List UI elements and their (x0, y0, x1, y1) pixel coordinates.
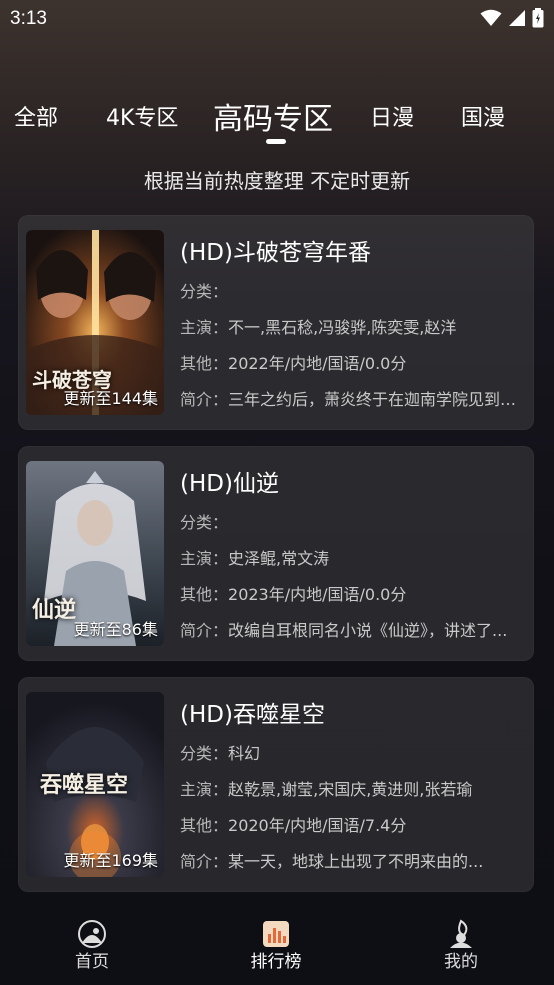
bottom-nav: 首页 排行榜 我的 (0, 905, 554, 985)
category-label: 分类： (180, 282, 229, 301)
category-row: 分类：科幻 (180, 743, 525, 779)
tab-chinese-anime[interactable]: 国漫 (461, 100, 505, 132)
nav-profile[interactable]: 我的 (411, 919, 511, 972)
intro-value: 三年之约后，萧炎终于在迦南学院见到了... (228, 390, 525, 409)
tab-all[interactable]: 全部 (14, 100, 58, 132)
home-icon (78, 920, 106, 948)
poster-image[interactable]: 斗破苍穹 更新至144集 (26, 230, 164, 415)
cast-label: 主演： (180, 549, 229, 568)
intro-value: 改编自耳根同名小说《仙逆》，讲述了... (228, 621, 508, 640)
category-label: 分类： (180, 513, 229, 532)
battery-icon (532, 8, 544, 28)
other-value: 2022年/内地/国语/0.0分 (228, 354, 407, 373)
cast-row: 主演：赵乾景,谢莹,宋国庆,黄进则,张若瑜 (180, 779, 525, 815)
item-title[interactable]: (HD)仙逆 (180, 464, 530, 498)
other-label: 其他： (180, 354, 229, 373)
item-title[interactable]: (HD)斗破苍穹年番 (180, 233, 530, 267)
cast-row: 主演：不一,黑石稔,冯骏骅,陈奕雯,赵洋 (180, 317, 525, 353)
cast-value: 赵乾景,谢莹,宋国庆,黄进则,张若瑜 (228, 780, 473, 799)
tab-high-bitrate[interactable]: 高码专区 (213, 94, 333, 138)
episode-badge: 更新至86集 (73, 620, 158, 639)
poster-image[interactable]: 仙逆 更新至86集 (26, 461, 164, 646)
nav-home[interactable]: 首页 (42, 919, 142, 972)
wifi-icon (480, 9, 502, 26)
item-info: (HD)斗破苍穹年番 分类： 主演：不一,黑石稔,冯骏骅,陈奕雯,赵洋 其他：2… (180, 233, 530, 425)
nav-ranking-label: 排行榜 (250, 952, 302, 972)
other-row: 其他：2020年/内地/国语/7.4分 (180, 815, 525, 851)
category-label: 分类： (180, 744, 229, 763)
profile-icon (450, 919, 472, 948)
list-item[interactable]: 斗破苍穹 更新至144集 (HD)斗破苍穹年番 分类： 主演：不一,黑石稔,冯骏… (18, 215, 534, 430)
ranking-icon (263, 921, 289, 947)
poster-image[interactable]: 吞噬星空 更新至169集 (26, 692, 164, 877)
other-label: 其他： (180, 816, 229, 835)
tab-4k[interactable]: 4K专区 (106, 100, 178, 132)
cast-label: 主演： (180, 318, 229, 337)
episode-badge: 更新至144集 (63, 389, 158, 408)
list-item[interactable]: 仙逆 更新至86集 (HD)仙逆 分类： 主演：史泽鲲,常文涛 其他：2023年… (18, 446, 534, 661)
tab-japanese-anime[interactable]: 日漫 (370, 100, 414, 132)
intro-row: 简介：改编自耳根同名小说《仙逆》，讲述了... (180, 620, 525, 656)
status-bar: 3:13 (0, 0, 554, 38)
episode-badge: 更新至169集 (63, 851, 158, 870)
other-row: 其他：2023年/内地/国语/0.0分 (180, 584, 525, 620)
intro-row: 简介：三年之约后，萧炎终于在迦南学院见到了... (180, 389, 525, 425)
intro-label: 简介： (180, 852, 229, 871)
list-item[interactable]: 吞噬星空 更新至169集 (HD)吞噬星空 分类：科幻 主演：赵乾景,谢莹,宋国… (18, 677, 534, 892)
other-row: 其他：2022年/内地/国语/0.0分 (180, 353, 525, 389)
intro-value: 某一天，地球上出现了不明来由的... (228, 852, 484, 871)
active-tab-indicator (266, 139, 286, 144)
item-title[interactable]: (HD)吞噬星空 (180, 695, 530, 729)
ranking-subtitle: 根据当前热度整理 不定时更新 (143, 169, 411, 193)
cast-value: 不一,黑石稔,冯骏骅,陈奕雯,赵洋 (228, 318, 457, 337)
cell-signal-icon (509, 10, 525, 26)
status-icons (480, 8, 544, 28)
category-value: 科幻 (228, 744, 261, 763)
intro-label: 简介： (180, 621, 229, 640)
cast-value: 史泽鲲,常文涛 (228, 549, 330, 568)
cast-row: 主演：史泽鲲,常文涛 (180, 548, 525, 584)
item-info: (HD)吞噬星空 分类：科幻 主演：赵乾景,谢莹,宋国庆,黄进则,张若瑜 其他：… (180, 695, 530, 887)
other-value: 2023年/内地/国语/0.0分 (228, 585, 407, 604)
status-time: 3:13 (10, 8, 47, 29)
cast-label: 主演： (180, 780, 229, 799)
poster-logo: 吞噬星空 (40, 772, 129, 798)
category-row: 分类： (180, 281, 525, 317)
other-label: 其他： (180, 585, 229, 604)
nav-profile-label: 我的 (444, 952, 478, 972)
nav-ranking[interactable]: 排行榜 (226, 919, 326, 972)
intro-label: 简介： (180, 390, 229, 409)
other-value: 2020年/内地/国语/7.4分 (228, 816, 407, 835)
nav-home-label: 首页 (75, 952, 109, 972)
category-row: 分类： (180, 512, 525, 548)
intro-row: 简介：某一天，地球上出现了不明来由的... (180, 851, 525, 887)
poster-logo: 仙逆 (32, 597, 77, 623)
item-info: (HD)仙逆 分类： 主演：史泽鲲,常文涛 其他：2023年/内地/国语/0.0… (180, 464, 530, 656)
category-tabs: 全部 4K专区 高码专区 日漫 国漫 (0, 94, 554, 138)
